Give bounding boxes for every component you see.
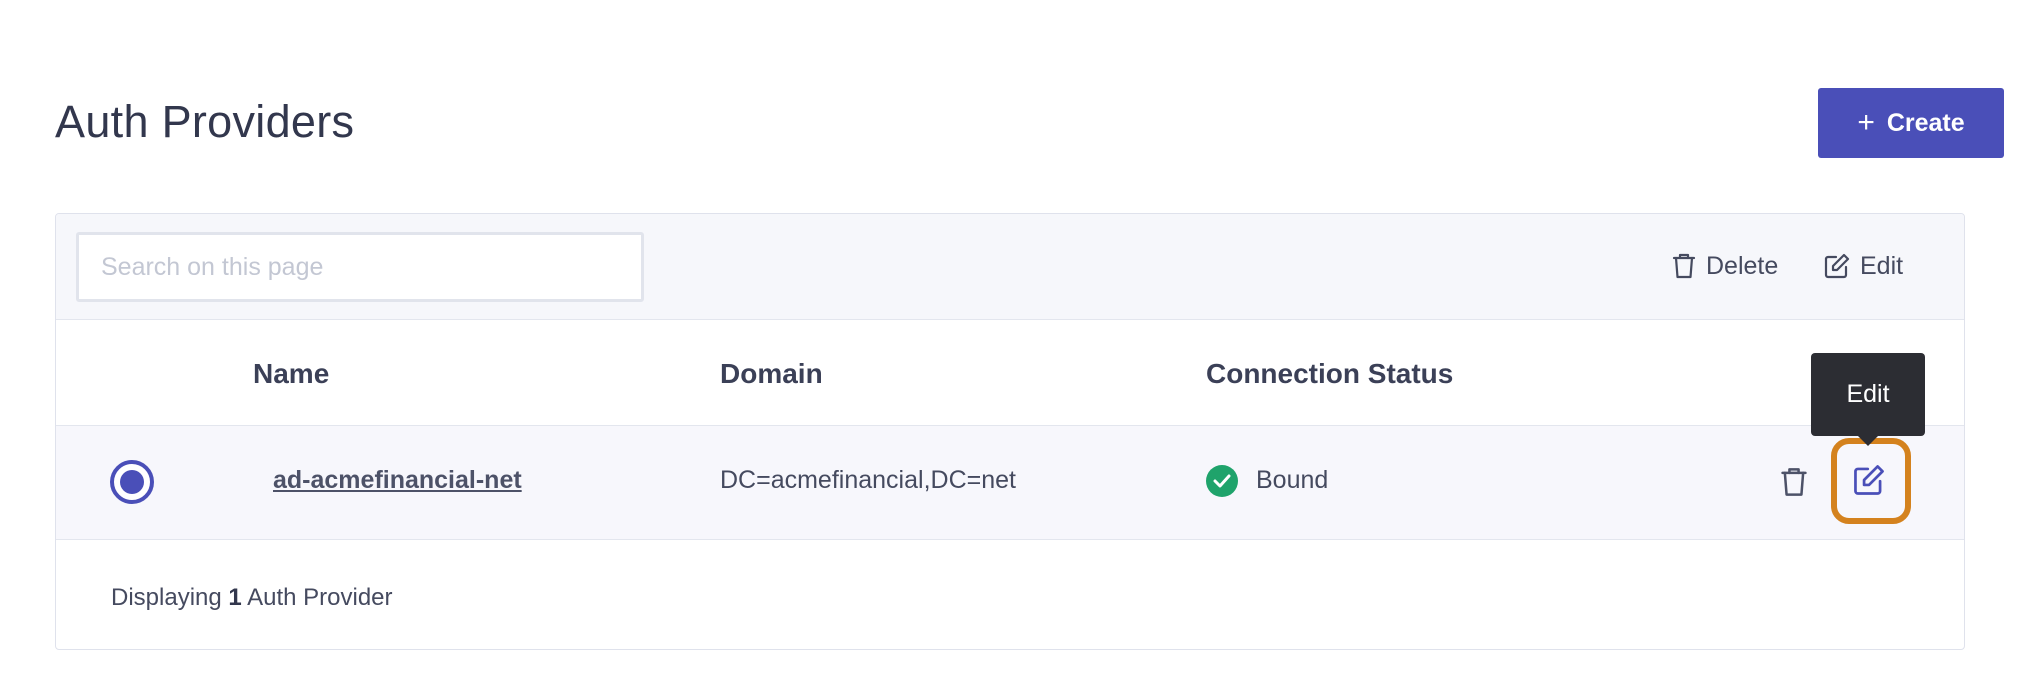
trash-icon [1672,253,1696,279]
page-title: Auth Providers [55,96,355,147]
row-edit-button[interactable] [1853,464,1887,498]
table-footer-count: Displaying 1 Auth Provider [111,584,393,612]
toolbar-edit-button[interactable]: Edit [1824,244,1903,288]
auth-providers-table: Delete Edit Name Domain Connection Statu… [55,213,1965,650]
check-circle-icon [1206,465,1238,497]
provider-domain: DC=acmefinancial,DC=net [720,466,1016,494]
plus-icon: + [1857,106,1875,139]
edit-tooltip: Edit [1811,353,1925,446]
table-row[interactable]: ad-acmefinancial-net DC=acmefinancial,DC… [56,426,1964,540]
toolbar-delete-label: Delete [1706,251,1779,280]
row-delete-button[interactable] [1780,466,1810,498]
provider-name-link[interactable]: ad-acmefinancial-net [273,466,522,495]
page: Auth Providers + Create Delete Edit [0,0,2018,696]
trash-icon [1781,468,1807,496]
table-toolbar: Delete Edit [56,214,1964,320]
toolbar-delete-button[interactable]: Delete [1672,244,1778,288]
search-input[interactable] [76,232,644,302]
column-header-name[interactable]: Name [253,358,329,390]
create-button[interactable]: + Create [1818,88,2004,158]
table-header: Name Domain Connection Status [56,320,1964,426]
toolbar-edit-label: Edit [1860,251,1904,280]
edit-icon [1854,465,1884,495]
footer-count: 1 [228,584,242,611]
create-button-label: Create [1886,108,1965,137]
row-select-radio[interactable] [110,460,154,504]
footer-prefix: Displaying [111,584,222,611]
edit-icon [1824,253,1850,279]
footer-suffix: Auth Provider [247,584,393,611]
column-header-connection-status[interactable]: Connection Status [1206,358,1453,390]
radio-selected-dot [120,470,144,494]
column-header-domain[interactable]: Domain [720,358,823,390]
connection-status-text: Bound [1256,466,1329,494]
